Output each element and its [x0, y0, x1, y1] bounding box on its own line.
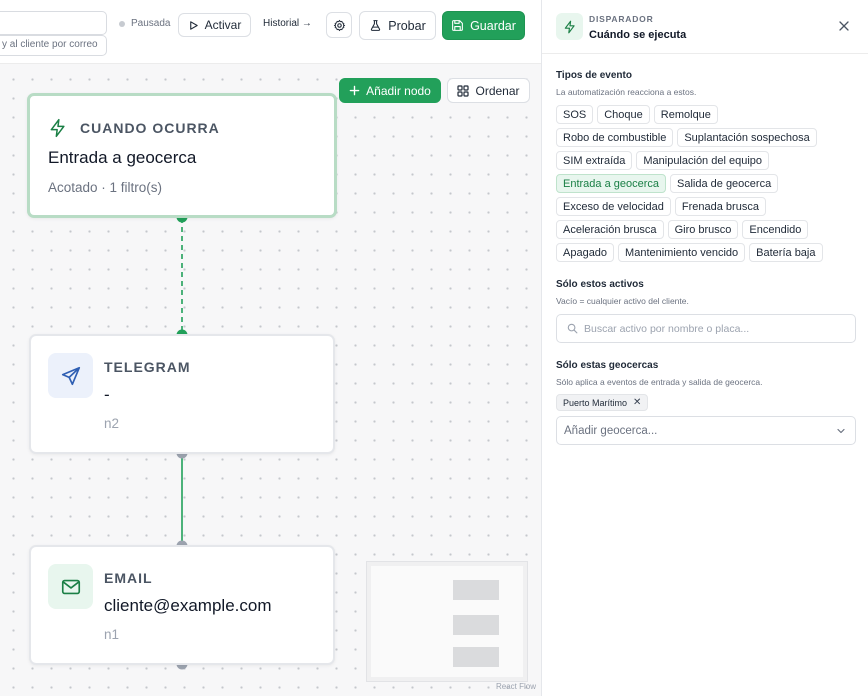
- react-flow-attribution[interactable]: React Flow: [496, 682, 536, 691]
- grid-icon: [457, 84, 470, 97]
- geofences-title: Sólo estas geocercas: [556, 360, 659, 371]
- event-type-row: SOS Choque Remolque: [556, 105, 856, 124]
- trigger-node-kicker: CUANDO OCURRA: [80, 120, 220, 136]
- event-type-chips: SOS Choque Remolque Robo de combustible Supl…: [556, 105, 856, 266]
- status-indicator: Pausada: [119, 18, 170, 29]
- close-panel-button[interactable]: [836, 18, 852, 34]
- close-icon: [839, 21, 849, 31]
- event-types-hint: La automatización reacciona a estos.: [556, 87, 697, 97]
- trigger-node-subtitle: Acotado · 1 filtro(s): [48, 180, 163, 195]
- panel-header-icon-box: [556, 13, 583, 40]
- event-type-chip[interactable]: Salida de geocerca: [670, 174, 779, 193]
- minimap[interactable]: [366, 561, 528, 682]
- test-label: Probar: [388, 18, 426, 33]
- add-geofence-placeholder: Añadir geocerca...: [564, 424, 658, 437]
- lightning-icon: [564, 20, 575, 33]
- email-node-kicker: EMAIL: [104, 570, 153, 586]
- plus-icon: [349, 85, 360, 96]
- telegram-node-title: -: [104, 385, 110, 404]
- event-type-chip[interactable]: SOS: [556, 105, 594, 124]
- email-node-id: n1: [104, 627, 120, 642]
- telegram-node-kicker: TELEGRAM: [104, 359, 191, 375]
- event-type-chip[interactable]: Apagado: [556, 243, 615, 262]
- automation-name-input[interactable]: [0, 11, 107, 35]
- event-type-chip[interactable]: Encendido: [742, 220, 809, 239]
- telegram-node-id: n2: [104, 416, 120, 431]
- status-dot: [119, 20, 125, 27]
- telegram-node-icon-box: [48, 353, 93, 398]
- assets-title: Sólo estos activos: [556, 279, 644, 290]
- save-label: Guardar: [470, 18, 516, 33]
- lightning-icon: [50, 118, 65, 138]
- event-type-row: Exceso de velocidad Frenada brusca: [556, 197, 856, 216]
- trigger-node-header: CUANDO OCURRA: [48, 118, 220, 138]
- email-node-icon-box: [48, 564, 93, 609]
- add-geofence-select[interactable]: Añadir geocerca...: [556, 416, 856, 445]
- search-icon: [567, 323, 578, 334]
- geofence-tag-label: Puerto Marítimo: [563, 397, 628, 408]
- play-icon: [189, 20, 198, 30]
- asset-search-field[interactable]: [556, 314, 856, 343]
- editor-toolbar: y al cliente por correo Pausada Activar …: [0, 0, 541, 64]
- send-icon: [61, 366, 80, 385]
- telegram-node[interactable]: TELEGRAM - n2: [29, 334, 335, 454]
- event-type-row: Entrada a geocerca Salida de geocerca: [556, 174, 856, 193]
- event-type-chip[interactable]: Remolque: [653, 105, 718, 124]
- event-type-chip[interactable]: Exceso de velocidad: [556, 197, 671, 216]
- add-node-button[interactable]: Añadir nodo: [339, 78, 441, 103]
- event-type-chip[interactable]: SIM extraída: [556, 151, 633, 170]
- event-type-chip[interactable]: Choque: [597, 105, 650, 124]
- event-type-chip[interactable]: Suplantación sospechosa: [677, 128, 817, 147]
- event-type-chip[interactable]: Mantenimiento vencido: [618, 243, 746, 262]
- flow-canvas-area: y al cliente por correo Pausada Activar …: [0, 0, 541, 696]
- trigger-node[interactable]: CUANDO OCURRA Entrada a geocerca Acotado…: [27, 93, 337, 218]
- trigger-config-panel: DISPARADOR Cuándo se ejecuta Tipos de ev…: [541, 0, 868, 696]
- automation-description-input[interactable]: y al cliente por correo: [0, 35, 107, 56]
- geofence-tag: Puerto Marítimo ✕: [556, 394, 649, 411]
- activate-button[interactable]: Activar: [178, 13, 251, 37]
- event-type-row: Aceleración brusca Giro brusco Encendido: [556, 220, 856, 239]
- add-node-label: Añadir nodo: [366, 83, 431, 98]
- event-type-chip[interactable]: Robo de combustible: [556, 128, 674, 147]
- minimap-viewport: [371, 566, 523, 677]
- event-type-chip[interactable]: Manipulación del equipo: [636, 151, 770, 170]
- gear-icon: [333, 19, 345, 31]
- order-label: Ordenar: [475, 83, 520, 98]
- flask-icon: [371, 20, 381, 31]
- trigger-node-title: Entrada a geocerca: [48, 148, 197, 167]
- history-link[interactable]: Historial →: [263, 18, 312, 29]
- floppy-icon: [452, 20, 463, 31]
- minimap-node: [453, 580, 499, 600]
- event-type-chip[interactable]: Batería baja: [749, 243, 823, 262]
- order-button[interactable]: Ordenar: [447, 78, 530, 103]
- event-type-chip[interactable]: Giro brusco: [667, 220, 739, 239]
- panel-title: Cuándo se ejecuta: [589, 29, 687, 41]
- event-type-chip[interactable]: Entrada a geocerca: [556, 174, 667, 193]
- remove-geofence-icon[interactable]: ✕: [633, 397, 641, 408]
- status-label: Pausada: [131, 18, 171, 29]
- test-button[interactable]: Probar: [359, 11, 436, 40]
- assets-hint: Vacío = cualquier activo del cliente.: [556, 296, 689, 306]
- event-type-chip[interactable]: Frenada brusca: [674, 197, 766, 216]
- email-node[interactable]: EMAIL cliente@example.com n1: [29, 545, 335, 665]
- minimap-node: [453, 647, 499, 667]
- minimap-node: [453, 615, 499, 635]
- email-node-title: cliente@example.com: [104, 596, 272, 615]
- mail-icon: [61, 579, 80, 594]
- panel-kicker: DISPARADOR: [589, 14, 654, 24]
- save-button[interactable]: Guardar: [442, 11, 525, 40]
- settings-button[interactable]: [326, 12, 352, 38]
- event-types-title: Tipos de evento: [556, 70, 632, 81]
- event-type-row: SIM extraída Manipulación del equipo: [556, 151, 856, 170]
- event-type-chip[interactable]: Aceleración brusca: [556, 220, 664, 239]
- panel-header: DISPARADOR Cuándo se ejecuta: [542, 0, 868, 54]
- activate-label: Activar: [204, 18, 242, 32]
- asset-search-input[interactable]: [584, 322, 844, 335]
- event-type-row: Apagado Mantenimiento vencido Batería baja: [556, 243, 856, 262]
- event-type-row: Robo de combustible Suplantación sospecho…: [556, 128, 856, 147]
- geofences-hint: Sólo aplica a eventos de entrada y salid…: [556, 377, 763, 387]
- chevron-down-icon: [837, 428, 845, 433]
